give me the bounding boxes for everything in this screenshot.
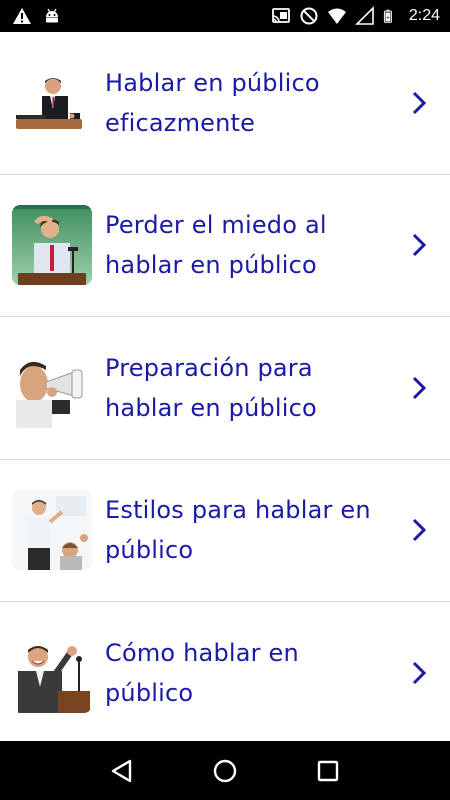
recents-icon[interactable] [314, 757, 342, 785]
item-label: Hablar en público eficazmente [105, 68, 320, 137]
presenter-audience-image [12, 490, 92, 571]
battery-icon: + [383, 9, 392, 23]
list-item[interactable]: Cómo hablar en público [0, 602, 450, 741]
android-debug-icon [46, 8, 58, 23]
back-icon[interactable] [108, 757, 136, 785]
list-item[interactable]: Preparación para hablar en público [0, 317, 450, 460]
list-item[interactable]: Perder el miedo al hablar en público [0, 175, 450, 317]
status-time: 2:24 [408, 7, 440, 24]
chevron-right-icon [412, 91, 427, 114]
chevron-right-icon [412, 376, 427, 399]
topics-list: Hablar en público eficazmente Perder el … [0, 32, 450, 741]
chevron-right-icon [412, 234, 427, 257]
item-label: Cómo hablar en público [105, 639, 299, 708]
wifi-icon [327, 8, 346, 24]
svg-text:+: + [386, 15, 390, 21]
cast-icon [271, 8, 290, 23]
chevron-right-icon [412, 662, 427, 685]
do-not-disturb-icon [300, 7, 318, 25]
speaker-at-podium-image [12, 62, 92, 143]
megaphone-man-image [12, 347, 92, 428]
excited-speaker-image [12, 633, 92, 714]
status-bar: + 2:24 [0, 0, 450, 32]
no-signal-icon [354, 6, 374, 25]
list-item[interactable]: Hablar en público eficazmente [0, 32, 450, 175]
warning-icon [13, 8, 31, 24]
nervous-speaker-image [12, 205, 92, 286]
item-label: Estilos para hablar en público [105, 496, 371, 565]
item-label: Preparación para hablar en público [105, 353, 317, 422]
list-item[interactable]: Estilos para hablar en público [0, 460, 450, 602]
item-label: Perder el miedo al hablar en público [105, 211, 327, 280]
home-icon[interactable] [211, 757, 239, 785]
status-left [12, 6, 62, 26]
chevron-right-icon [412, 519, 427, 542]
status-right: + 2:24 [271, 6, 440, 26]
navigation-bar [0, 741, 450, 800]
